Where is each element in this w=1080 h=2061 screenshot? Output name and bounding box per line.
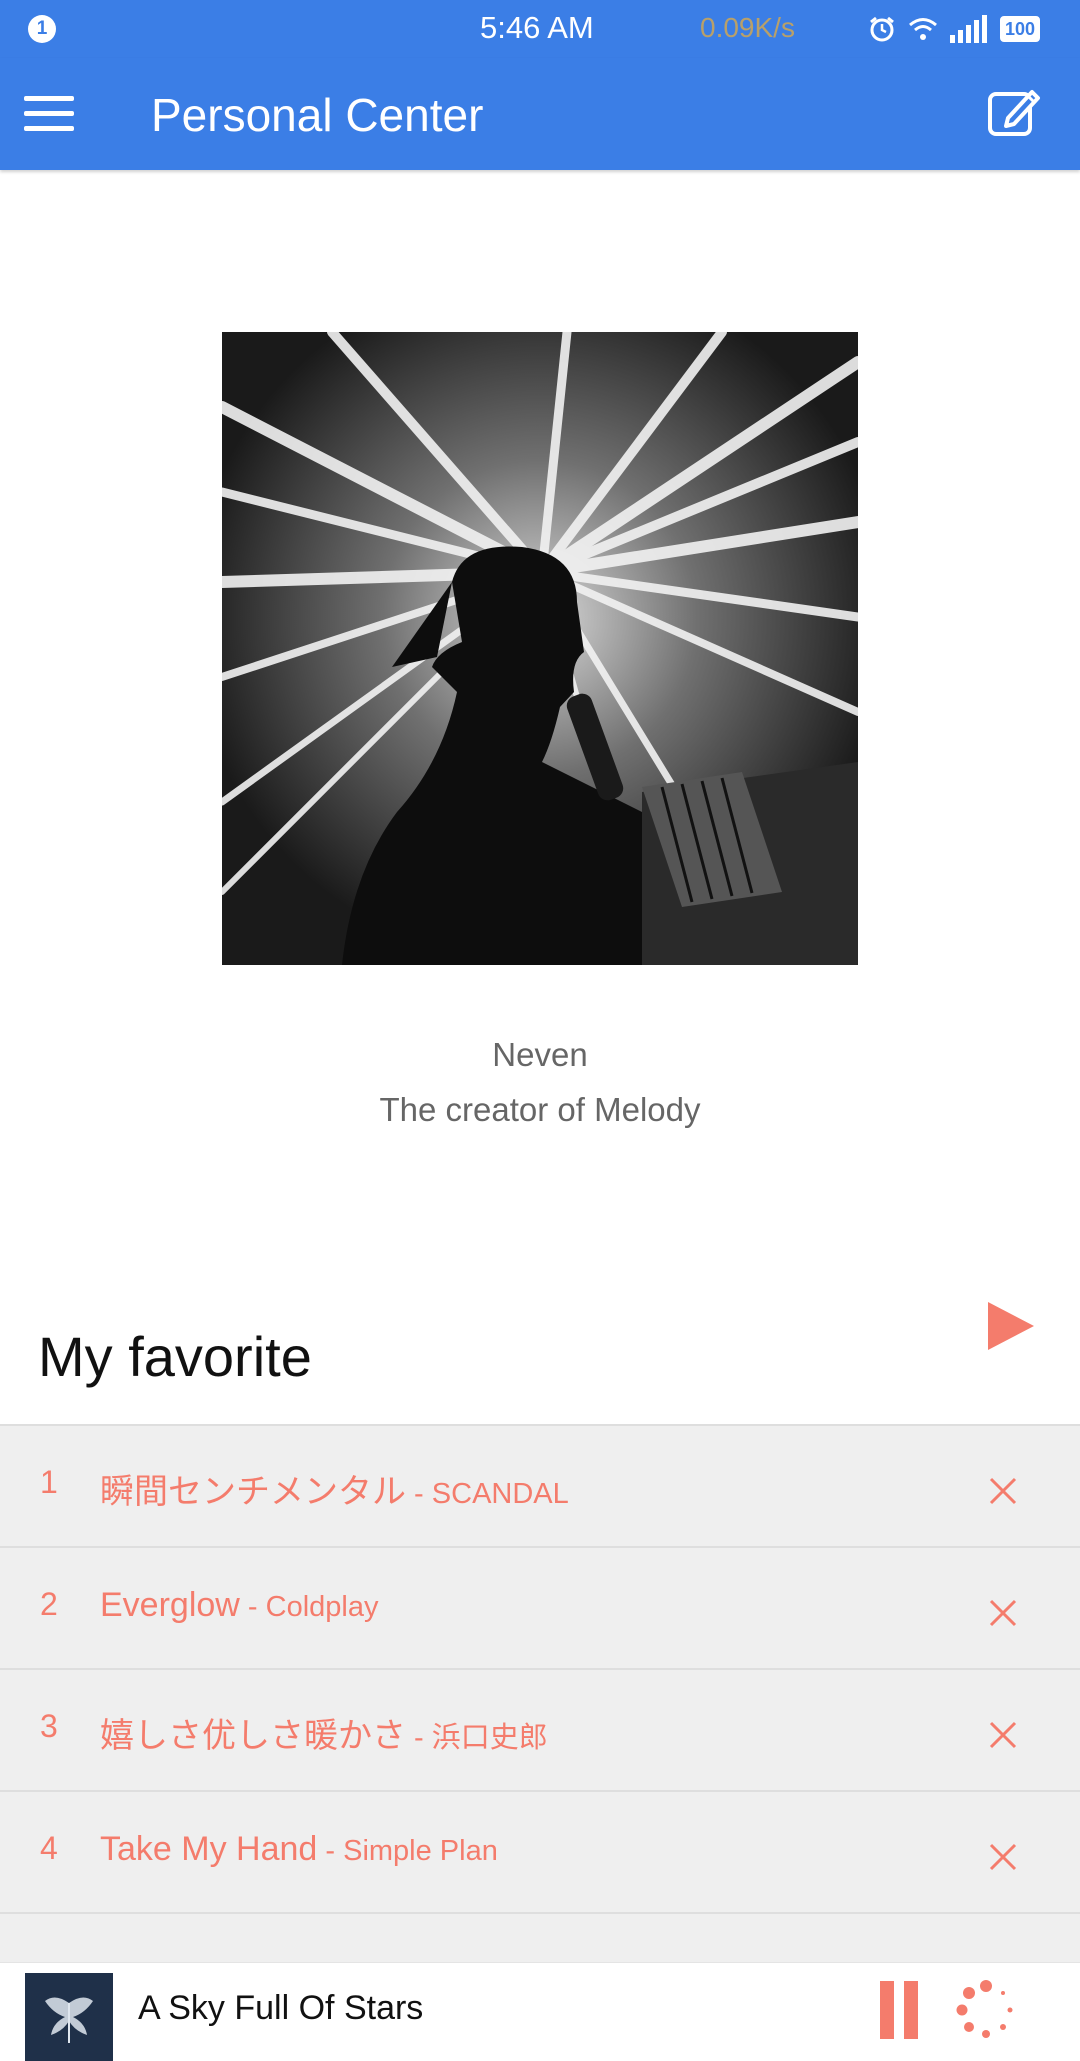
song-title: 嬉しさ优しさ暖かさ	[100, 1717, 406, 1755]
loading-spinner-icon	[956, 1980, 1013, 2038]
song-label: 嬉しさ优しさ暖かさ - 浜口史郎	[100, 1708, 548, 1757]
list-item[interactable]: 2 Everglow - Coldplay	[0, 1546, 1080, 1670]
song-separator: -	[406, 1478, 432, 1510]
song-label: 瞬間センチメンタル - SCANDAL	[100, 1464, 569, 1513]
song-title: Everglow	[100, 1586, 240, 1624]
now-playing-title: A Sky Full Of Stars	[138, 1989, 424, 2027]
signal-icon	[950, 15, 987, 43]
song-artist: 浜口史郎	[431, 1722, 548, 1754]
song-title: 瞬間センチメンタル	[100, 1473, 406, 1511]
list-item[interactable]: 3 嬉しさ优しさ暖かさ - 浜口史郎	[0, 1668, 1080, 1792]
pause-icon[interactable]	[880, 1981, 920, 2039]
wifi-icon	[909, 18, 937, 40]
profile-avatar[interactable]	[222, 332, 858, 965]
alarm-icon	[870, 16, 894, 42]
edit-icon[interactable]	[986, 84, 1042, 140]
play-icon[interactable]	[982, 1298, 1038, 1354]
page-title: Personal Center	[151, 89, 484, 141]
song-number: 4	[40, 1830, 58, 1866]
hamburger-menu-icon[interactable]	[24, 96, 74, 132]
favorites-title: My favorite	[38, 1325, 312, 1388]
favorites-header: My favorite	[0, 1296, 1080, 1424]
song-number: 1	[40, 1464, 58, 1500]
song-artist: SCANDAL	[431, 1478, 569, 1510]
remove-icon[interactable]	[988, 1476, 1018, 1506]
list-item[interactable]: 4 Take My Hand - Simple Plan	[0, 1790, 1080, 1914]
status-bar: 1 5:46 AM 0.09K/s 100	[0, 0, 1080, 58]
song-number: 2	[40, 1586, 58, 1622]
favorite-song-list: 1 瞬間センチメンタル - SCANDAL 2 Everglow - Coldp…	[0, 1424, 1080, 1966]
song-artist: Simple Plan	[343, 1835, 498, 1867]
now-playing-bar[interactable]: A Sky Full Of Stars	[0, 1962, 1080, 2061]
song-separator: -	[317, 1835, 344, 1867]
remove-icon[interactable]	[988, 1598, 1018, 1628]
album-art[interactable]	[25, 1973, 113, 2061]
song-number: 3	[40, 1708, 58, 1744]
song-artist: Coldplay	[265, 1591, 379, 1623]
song-label: Everglow - Coldplay	[100, 1586, 378, 1625]
profile-description: The creator of Melody	[379, 1091, 701, 1128]
profile-name: Neven	[492, 1036, 588, 1073]
list-item[interactable]	[0, 1912, 1080, 1966]
status-icons: 100	[868, 12, 1041, 46]
remove-icon[interactable]	[988, 1720, 1018, 1750]
song-separator: -	[406, 1722, 432, 1754]
remove-icon[interactable]	[988, 1842, 1018, 1872]
list-item[interactable]: 1 瞬間センチメンタル - SCANDAL	[0, 1424, 1080, 1548]
battery-icon: 100	[1000, 16, 1041, 42]
status-time: 5:46 AM	[480, 10, 594, 45]
app-bar: Personal Center	[0, 58, 1080, 170]
song-separator: -	[239, 1591, 266, 1623]
song-label: Take My Hand - Simple Plan	[100, 1830, 498, 1869]
network-speed: 0.09K/s	[700, 12, 795, 43]
song-title: Take My Hand	[100, 1830, 318, 1868]
notification-count-badge: 1	[28, 15, 56, 43]
